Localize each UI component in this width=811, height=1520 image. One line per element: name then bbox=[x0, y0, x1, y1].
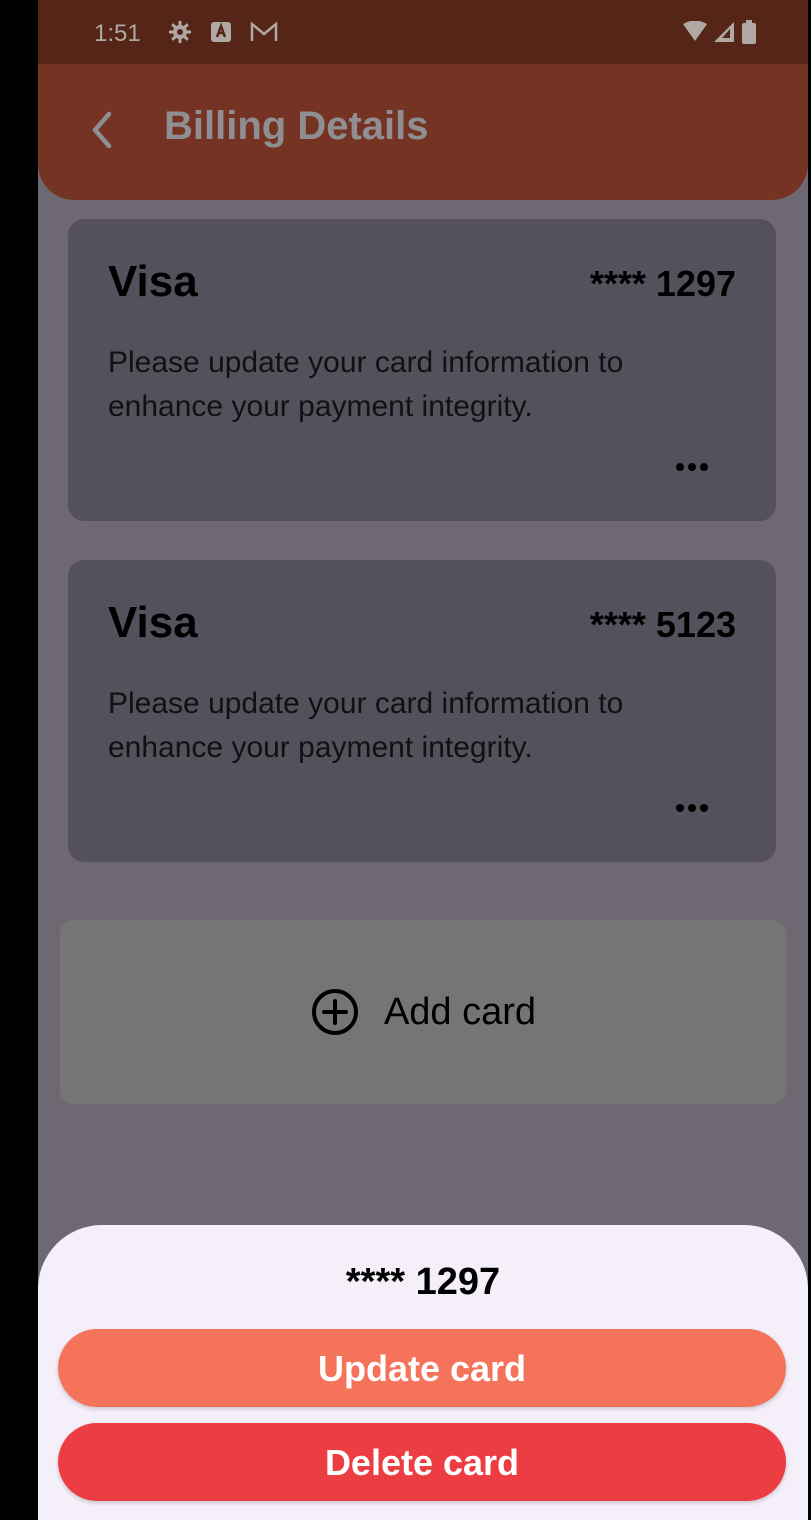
gear-icon bbox=[169, 21, 191, 43]
card-brand: Visa bbox=[108, 257, 198, 306]
card-number: **** 5123 bbox=[589, 604, 736, 645]
wifi-icon bbox=[683, 21, 707, 41]
app-bar: Billing Details bbox=[38, 64, 808, 200]
card-number: **** 1297 bbox=[589, 263, 736, 304]
delete-card-button[interactable]: Delete card bbox=[58, 1423, 786, 1501]
more-horizontal-icon bbox=[676, 463, 708, 471]
payment-card[interactable]: Visa **** 5123 Please update your card i… bbox=[68, 560, 776, 862]
card-more-button[interactable] bbox=[674, 455, 710, 479]
a-badge-icon bbox=[211, 22, 231, 42]
card-brand: Visa bbox=[108, 598, 198, 647]
add-card-button[interactable]: Add card bbox=[60, 920, 786, 1104]
phone-screen: 1:51 Billing Details Visa **** 1297 Plea… bbox=[38, 0, 808, 1520]
gmail-icon bbox=[250, 21, 278, 41]
status-time: 1:51 bbox=[94, 20, 141, 47]
card-options-sheet: **** 1297 Update card Delete card bbox=[38, 1225, 808, 1520]
more-horizontal-icon bbox=[676, 804, 708, 812]
back-button[interactable] bbox=[78, 102, 126, 158]
card-message: Please update your card information to e… bbox=[108, 687, 624, 764]
sheet-title: **** 1297 bbox=[345, 1261, 501, 1303]
chevron-left-icon bbox=[92, 111, 112, 149]
payment-card[interactable]: Visa **** 1297 Please update your card i… bbox=[68, 219, 776, 521]
signal-icon bbox=[714, 22, 734, 42]
add-card-label: Add card bbox=[383, 990, 537, 1033]
battery-icon bbox=[742, 20, 756, 44]
page-title: Billing Details bbox=[164, 104, 429, 148]
card-more-button[interactable] bbox=[674, 796, 710, 820]
status-notification-icons bbox=[168, 20, 278, 44]
status-bar: 1:51 bbox=[38, 0, 808, 64]
update-card-button[interactable]: Update card bbox=[58, 1329, 786, 1407]
status-system-icons bbox=[682, 20, 756, 44]
add-circle-icon bbox=[311, 989, 358, 1035]
card-message: Please update your card information to e… bbox=[108, 346, 624, 423]
